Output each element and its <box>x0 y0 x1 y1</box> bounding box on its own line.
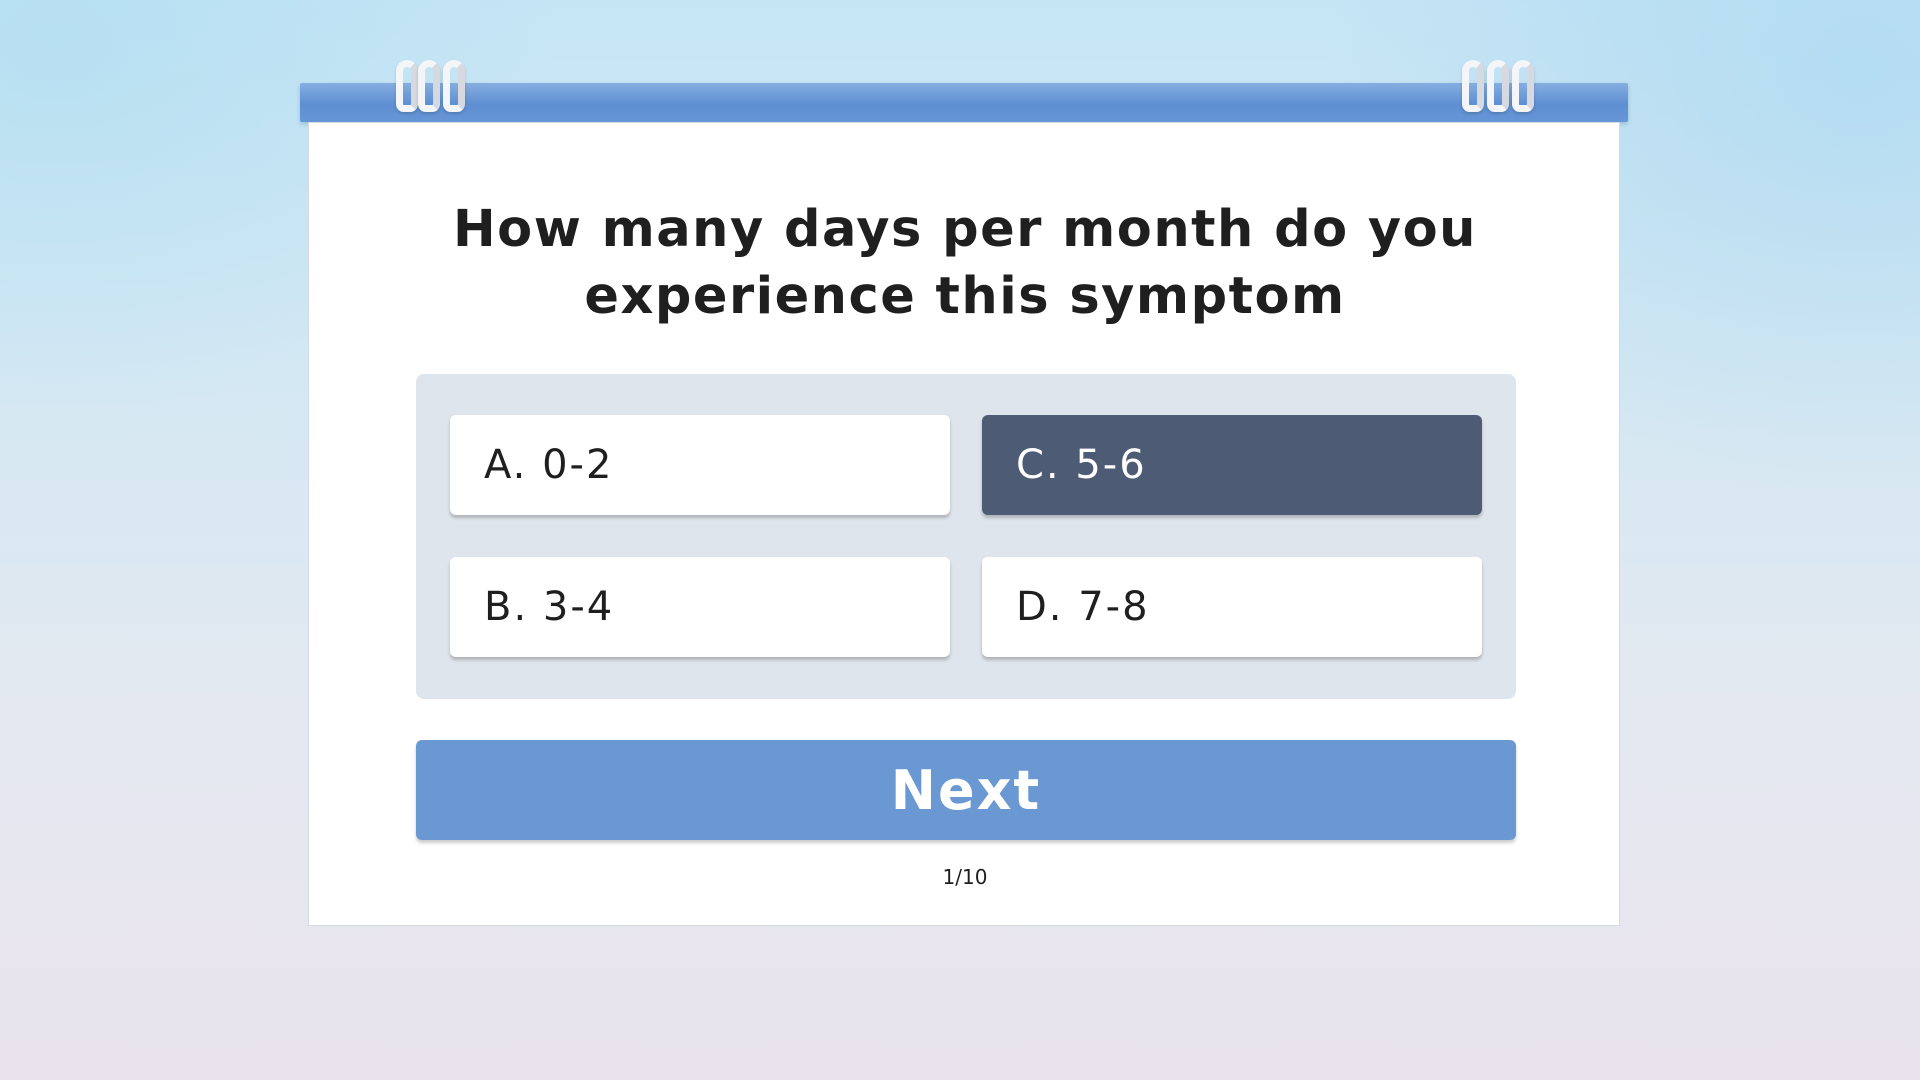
option-label: D. 7-8 <box>1016 584 1150 630</box>
binder-ring-icon <box>1512 60 1534 112</box>
binder-ring-icon <box>396 60 418 112</box>
progress-indicator: 1/10 <box>942 865 988 889</box>
options-panel: A. 0-2 C. 5-6 B. 3-4 D. 7-8 <box>416 374 1516 699</box>
binder-ring-icon <box>1462 60 1484 112</box>
option-label: C. 5-6 <box>1016 442 1147 488</box>
next-button[interactable]: Next <box>416 740 1516 840</box>
binder-ring-icon <box>1487 60 1509 112</box>
option-label: B. 3-4 <box>484 584 615 630</box>
option-d-button[interactable]: D. 7-8 <box>982 557 1482 657</box>
question-card: How many days per month do you experienc… <box>308 122 1620 926</box>
question-text: How many days per month do you experienc… <box>453 200 1477 326</box>
option-label: A. 0-2 <box>484 442 614 488</box>
binder-ring-icon <box>418 60 440 112</box>
calendar-binder-bar <box>300 83 1628 122</box>
binder-ring-icon <box>443 60 465 112</box>
option-c-button[interactable]: C. 5-6 <box>982 415 1482 515</box>
next-button-label: Next <box>890 758 1042 822</box>
option-a-button[interactable]: A. 0-2 <box>450 415 950 515</box>
option-b-button[interactable]: B. 3-4 <box>450 557 950 657</box>
